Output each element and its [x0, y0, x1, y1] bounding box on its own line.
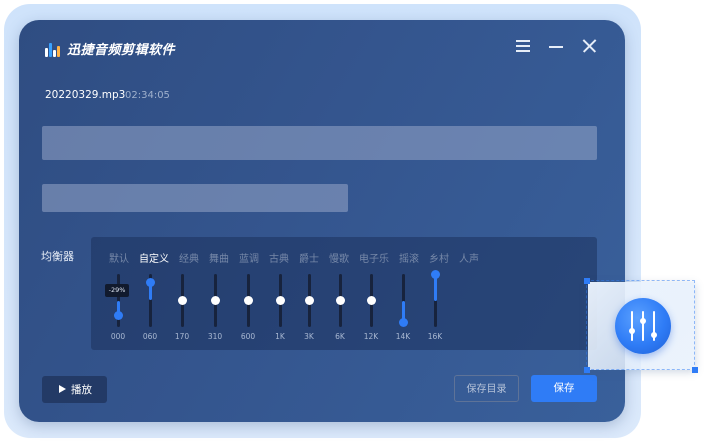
preset-8[interactable]: 电子乐: [359, 250, 389, 265]
band-frequency-label: 060: [142, 332, 158, 341]
minimize-icon[interactable]: [547, 37, 565, 55]
slider-knob[interactable]: [276, 296, 285, 305]
band-frequency-label: 310: [207, 332, 223, 341]
slider-knob[interactable]: [305, 296, 314, 305]
equalizer-panel: 默认 自定义 经典 舞曲 蓝调 古典 爵士 慢歌 电子乐 摇滚 乡村 人声 000 060 170 310 6…: [91, 237, 597, 350]
slider-knob[interactable]: [244, 296, 253, 305]
equalizer-label: 均衡器: [41, 250, 74, 263]
preset-4[interactable]: 蓝调: [239, 250, 259, 265]
slider-knob[interactable]: [336, 296, 345, 305]
band-frequency-label: 1K: [275, 332, 285, 341]
waveform-placeholder: [42, 126, 597, 160]
preset-3[interactable]: 舞曲: [209, 250, 229, 265]
band-frequency-label: 6K: [335, 332, 345, 341]
play-button[interactable]: 播放: [42, 376, 107, 403]
close-icon[interactable]: [580, 37, 598, 55]
file-duration: 02:34:05: [125, 90, 170, 101]
slider-knob[interactable]: [367, 296, 376, 305]
app-window: 迅捷音频剪辑软件 20220329.mp3 02:34:05 均衡器 默认 自定义…: [19, 20, 625, 422]
preset-2[interactable]: 经典: [179, 250, 199, 265]
slider-knob[interactable]: [431, 269, 440, 279]
equalizer-icon[interactable]: [615, 298, 671, 354]
slider-knob[interactable]: [146, 277, 155, 287]
save-button[interactable]: 保存: [531, 375, 597, 402]
resize-handle[interactable]: [692, 367, 698, 373]
progress-placeholder: [42, 184, 348, 212]
slider-knob[interactable]: [399, 317, 408, 327]
slider-knob[interactable]: [114, 311, 123, 321]
preset-7[interactable]: 慢歌: [329, 250, 349, 265]
band-frequency-label: 14K: [395, 332, 411, 341]
band-frequency-label: 170: [174, 332, 190, 341]
slider-knob[interactable]: [178, 296, 187, 305]
preset-11[interactable]: 人声: [459, 250, 479, 265]
menu-icon[interactable]: [514, 37, 532, 55]
preset-5[interactable]: 古典: [269, 250, 289, 265]
slider-tooltip: -29%: [105, 284, 129, 297]
preset-9[interactable]: 摇滚: [399, 250, 419, 265]
preset-10[interactable]: 乡村: [429, 250, 449, 265]
slider-knob[interactable]: [211, 296, 220, 305]
preset-1[interactable]: 自定义: [139, 250, 169, 265]
band-frequency-label: 3K: [304, 332, 314, 341]
file-name: 20220329.mp3: [45, 89, 126, 101]
band-frequency-label: 16K: [427, 332, 443, 341]
resize-handle[interactable]: [584, 367, 590, 373]
play-label: 播放: [71, 384, 92, 396]
app-title: 迅捷音频剪辑软件: [67, 43, 176, 58]
save-directory-button[interactable]: 保存目录: [454, 375, 519, 402]
band-frequency-label: 600: [240, 332, 256, 341]
preset-0[interactable]: 默认: [109, 250, 129, 265]
resize-handle[interactable]: [584, 278, 590, 284]
play-icon: [59, 385, 66, 393]
preset-6[interactable]: 爵士: [299, 250, 319, 265]
app-logo-icon: [45, 41, 61, 57]
band-frequency-label: 12K: [363, 332, 379, 341]
band-frequency-label: 000: [110, 332, 126, 341]
